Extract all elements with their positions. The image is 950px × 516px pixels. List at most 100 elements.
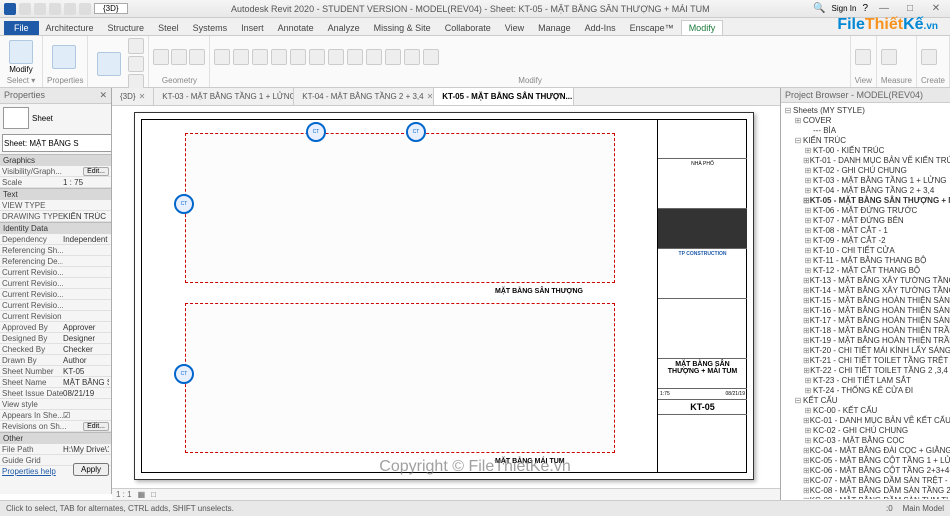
expand-icon[interactable]: ⊞ bbox=[803, 326, 810, 335]
expand-icon[interactable]: ⊞ bbox=[803, 486, 810, 495]
rotate-icon[interactable] bbox=[309, 49, 325, 65]
maximize-button[interactable]: □ bbox=[900, 2, 920, 16]
edit-button[interactable]: Edit... bbox=[83, 167, 109, 176]
view-cube[interactable] bbox=[736, 110, 776, 150]
trim-icon[interactable] bbox=[328, 49, 344, 65]
tree-node[interactable]: ⊞KC-00 - KẾT CẤU bbox=[783, 405, 948, 415]
tree-node[interactable]: ⊞KT-21 - CHI TIẾT TOILET TẦNG TRỆT + LỬN… bbox=[783, 355, 948, 365]
tree-node[interactable]: ⊞KT-19 - MẶT BẰNG HOÀN THIỆN TRẦN TẦNG 2 bbox=[783, 335, 948, 345]
prop-row[interactable]: Approved ByApprover bbox=[0, 322, 111, 333]
close-tab-icon[interactable]: ✕ bbox=[139, 92, 146, 101]
tree-node[interactable]: ⊞KT-05 - MẶT BẰNG SÂN THƯỢNG + MÁI TU bbox=[783, 195, 948, 205]
expand-icon[interactable]: ⊞ bbox=[803, 186, 813, 195]
print-icon[interactable] bbox=[79, 3, 91, 15]
align-icon[interactable] bbox=[214, 49, 230, 65]
view-tab[interactable]: {3D}✕ bbox=[112, 88, 154, 105]
file-tab[interactable]: File bbox=[4, 21, 39, 35]
detail-level-icon[interactable]: ▦ bbox=[138, 490, 146, 499]
minimize-button[interactable]: — bbox=[874, 2, 894, 16]
help-icon[interactable]: ? bbox=[862, 3, 868, 14]
tree-node[interactable]: ⊞KC-07 - MẶT BẰNG DẦM SÀN TRỆT - LỬNG bbox=[783, 475, 948, 485]
view-selector[interactable]: {3D} bbox=[94, 3, 128, 14]
tree-node[interactable]: ⊞KT-08 - MẶT CẮT - 1 bbox=[783, 225, 948, 235]
prop-row[interactable]: DependencyIndependent bbox=[0, 234, 111, 245]
create-icon[interactable] bbox=[921, 49, 937, 65]
tree-node[interactable]: ⊞KT-00 - KIẾN TRÚC bbox=[783, 145, 948, 155]
expand-icon[interactable]: ⊞ bbox=[803, 256, 813, 265]
expand-icon[interactable]: ⊟ bbox=[793, 396, 803, 405]
expand-icon[interactable]: ⊞ bbox=[803, 206, 813, 215]
tree-node[interactable]: ⊞KT-07 - MẶT ĐỨNG BÊN bbox=[783, 215, 948, 225]
search-icon[interactable]: 🔍 bbox=[813, 3, 825, 14]
prop-row[interactable]: Drawn ByAuthor bbox=[0, 355, 111, 366]
tab-manage[interactable]: Manage bbox=[531, 21, 578, 35]
properties-help-link[interactable]: Properties help bbox=[2, 467, 56, 476]
expand-icon[interactable]: ⊞ bbox=[803, 166, 813, 175]
workset-display[interactable]: Main Model bbox=[903, 504, 944, 513]
expand-icon[interactable]: ⊟ bbox=[793, 136, 803, 145]
expand-icon[interactable]: ⊞ bbox=[803, 356, 810, 365]
section-mark[interactable]: CT bbox=[174, 194, 194, 214]
tree-node[interactable]: ⊞KT-11 - MẶT BẰNG THANG BỘ bbox=[783, 255, 948, 265]
type-selector[interactable]: Sheet bbox=[0, 104, 111, 132]
section-mark[interactable]: CT bbox=[306, 122, 326, 142]
prop-row[interactable]: Sheet Issue Date08/21/19 bbox=[0, 388, 111, 399]
cope-icon[interactable] bbox=[153, 49, 169, 65]
expand-icon[interactable]: ⊞ bbox=[803, 346, 810, 355]
split-icon[interactable] bbox=[347, 49, 363, 65]
copy-icon[interactable] bbox=[128, 56, 144, 72]
tree-node[interactable]: ⊞KC-04 - MẶT BẰNG ĐÀI CỌC + GIẰNG MÓNG bbox=[783, 445, 948, 455]
paste-button[interactable] bbox=[92, 52, 126, 76]
tree-node[interactable]: ⊞KT-24 - THỐNG KÊ CỬA ĐI bbox=[783, 385, 948, 395]
prop-row[interactable]: Sheet NumberKT-05 bbox=[0, 366, 111, 377]
prop-row[interactable]: Current Revision bbox=[0, 311, 111, 322]
prop-row[interactable]: VIEW TYPE bbox=[0, 200, 111, 211]
tree-node[interactable]: ⊞KT-23 - CHI TIẾT LAM SẮT bbox=[783, 375, 948, 385]
expand-icon[interactable]: ⊞ bbox=[803, 436, 813, 445]
tree-node[interactable]: ⊞COVER bbox=[783, 115, 948, 125]
prop-row[interactable]: File PathH:\My Drive\1.... bbox=[0, 444, 111, 455]
expand-icon[interactable]: ⊞ bbox=[803, 366, 810, 375]
tab-modify[interactable]: Modify bbox=[681, 20, 724, 35]
tab-steel[interactable]: Steel bbox=[151, 21, 186, 35]
tree-node[interactable]: ⊞KC-03 - MẶT BẰNG CỌC bbox=[783, 435, 948, 445]
tree-node[interactable]: ⊞KC-08 - MẶT BẰNG DẦM SÀN TẦNG 2,3,4 ,SÂ… bbox=[783, 485, 948, 495]
tree-node[interactable]: ⊞KT-03 - MẶT BẰNG TẦNG 1 + LỬNG bbox=[783, 175, 948, 185]
expand-icon[interactable]: ⊞ bbox=[803, 296, 810, 305]
undo-icon[interactable] bbox=[49, 3, 61, 15]
expand-icon[interactable]: ⊞ bbox=[803, 196, 810, 205]
close-button[interactable]: ✕ bbox=[926, 2, 946, 16]
expand-icon[interactable]: ⊞ bbox=[803, 216, 813, 225]
cut-icon[interactable] bbox=[128, 38, 144, 54]
tree-node[interactable]: ⊞KC-09 - MẶT BẰNG DẦM SÀN TUM THANG bbox=[783, 495, 948, 499]
tab-view[interactable]: View bbox=[498, 21, 531, 35]
tree-node[interactable]: ⊟KẾT CẤU bbox=[783, 395, 948, 405]
offset-icon[interactable] bbox=[233, 49, 249, 65]
apply-button[interactable]: Apply bbox=[73, 463, 109, 476]
tree-node[interactable]: ⊞KT-14 - MẶT BẰNG XÂY TƯỜNG TẦNG 2,3,4+S bbox=[783, 285, 948, 295]
tree-node[interactable]: ⊞KC-02 - GHI CHÚ CHUNG bbox=[783, 425, 948, 435]
drawing-canvas[interactable]: CT CT CT MẶT BẰNG SÂN THƯỢNG CT MẶT BẰNG… bbox=[112, 106, 780, 488]
tree-node[interactable]: ⊞KT-01 - DANH MỤC BẢN VẼ KIẾN TRÚC bbox=[783, 155, 948, 165]
expand-icon[interactable]: ⊞ bbox=[803, 266, 813, 275]
prop-row[interactable]: Sheet NameMẶT BẰNG SÂN... bbox=[0, 377, 111, 388]
expand-icon[interactable]: ⊞ bbox=[803, 286, 810, 295]
prop-row[interactable]: View style bbox=[0, 399, 111, 410]
view-icon[interactable] bbox=[855, 49, 871, 65]
tree-node[interactable]: ⊟Sheets (MY STYLE) bbox=[783, 105, 948, 115]
view-tab[interactable]: KT-03 - MẶT BẰNG TẦNG 1 + LỬNG✕ bbox=[154, 88, 294, 105]
expand-icon[interactable]: ⊞ bbox=[803, 226, 813, 235]
tree-node[interactable]: ⊞KT-20 - CHI TIẾT MÁI KÍNH LẤY SÁNG bbox=[783, 345, 948, 355]
cut-geom-icon[interactable] bbox=[171, 49, 187, 65]
tree-node[interactable]: ⊞KT-12 - MẶT CẮT THANG BỘ bbox=[783, 265, 948, 275]
pin-icon[interactable] bbox=[404, 49, 420, 65]
sign-in-button[interactable]: Sign In bbox=[832, 4, 857, 13]
tab-structure[interactable]: Structure bbox=[101, 21, 152, 35]
prop-row[interactable]: Referencing Sh... bbox=[0, 245, 111, 256]
tree-node[interactable]: ⊞KT-18 - MẶT BẰNG HOÀN THIỆN TRẦN TẦNG bbox=[783, 325, 948, 335]
measure-icon[interactable] bbox=[881, 49, 897, 65]
tab-addins[interactable]: Add-Ins bbox=[578, 21, 623, 35]
tree-node[interactable]: ⊞KT-15 - MẶT BẰNG HOÀN THIỆN SÀN TRỆT + … bbox=[783, 295, 948, 305]
tree-node[interactable]: ⊞KC-05 - MẶT BẰNG CỘT TẦNG 1 + LỬNG bbox=[783, 455, 948, 465]
join-icon[interactable] bbox=[189, 49, 205, 65]
